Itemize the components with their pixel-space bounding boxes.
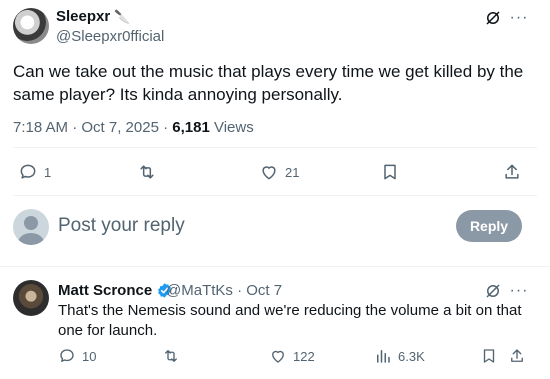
reply-text: That's the Nemesis sound and we're reduc… [58, 302, 522, 339]
bookmark-icon [483, 349, 495, 363]
reply-views-button[interactable]: 6.3K [374, 346, 425, 366]
reply-author-avatar[interactable] [13, 280, 49, 316]
reply-share-button[interactable] [508, 346, 526, 366]
user-avatar[interactable] [13, 209, 49, 245]
reply-count: 10 [82, 348, 97, 364]
share-icon [505, 164, 519, 179]
reply-retweet-button[interactable] [162, 346, 180, 366]
grok-icon[interactable] [483, 8, 503, 28]
bookmark-button[interactable] [380, 160, 400, 184]
views-label: Views [209, 119, 254, 136]
reply-reply-button[interactable]: 10 [58, 346, 96, 366]
tweet-timestamp[interactable]: 7:18 AM · Oct 7, 2025 · [13, 119, 172, 136]
reply-like-button[interactable]: 122 [269, 346, 315, 366]
reply-icon [60, 349, 74, 362]
reply-icon [20, 164, 36, 179]
divider [13, 195, 537, 196]
reply-input[interactable]: Post your reply [58, 215, 185, 237]
divider [0, 266, 550, 267]
views-count: 6,181 [172, 119, 210, 136]
share-icon [511, 349, 523, 362]
reply-button[interactable]: 1 [18, 160, 51, 184]
like-count: 122 [293, 348, 315, 364]
retweet-icon [165, 350, 177, 362]
like-button[interactable]: 21 [259, 160, 299, 184]
reply-submit-button[interactable]: Reply [456, 210, 522, 242]
retweet-icon [140, 165, 154, 179]
like-icon [272, 350, 284, 363]
views-icon [377, 350, 390, 363]
more-icon[interactable]: ··· [509, 8, 529, 28]
like-icon [262, 166, 276, 180]
author-avatar[interactable] [13, 8, 49, 44]
author-handle[interactable]: @Sleepxr0fficial [56, 28, 164, 45]
grok-icon[interactable] [483, 281, 503, 301]
tool-emoji-icon: 🔪 [114, 9, 131, 24]
more-icon[interactable]: ··· [509, 281, 529, 301]
reply-author-name[interactable]: Matt Scronce [58, 282, 173, 299]
divider [13, 147, 537, 148]
bookmark-icon [384, 164, 396, 180]
tweet-text: Can we take out the music that plays eve… [13, 62, 524, 104]
reply-count: 1 [44, 164, 52, 180]
reply-bookmark-button[interactable] [480, 346, 498, 366]
views-count: 6.3K [398, 348, 425, 364]
tweet-meta: 7:18 AM · Oct 7, 2025 · 6,181 Views [13, 119, 254, 136]
like-count: 21 [285, 164, 300, 180]
share-button[interactable] [502, 160, 522, 184]
author-name[interactable]: Sleepxr 🔪 [56, 8, 131, 25]
retweet-button[interactable] [137, 160, 157, 184]
reply-author-handle[interactable]: @MaTtKs · Oct 7 [166, 282, 282, 299]
